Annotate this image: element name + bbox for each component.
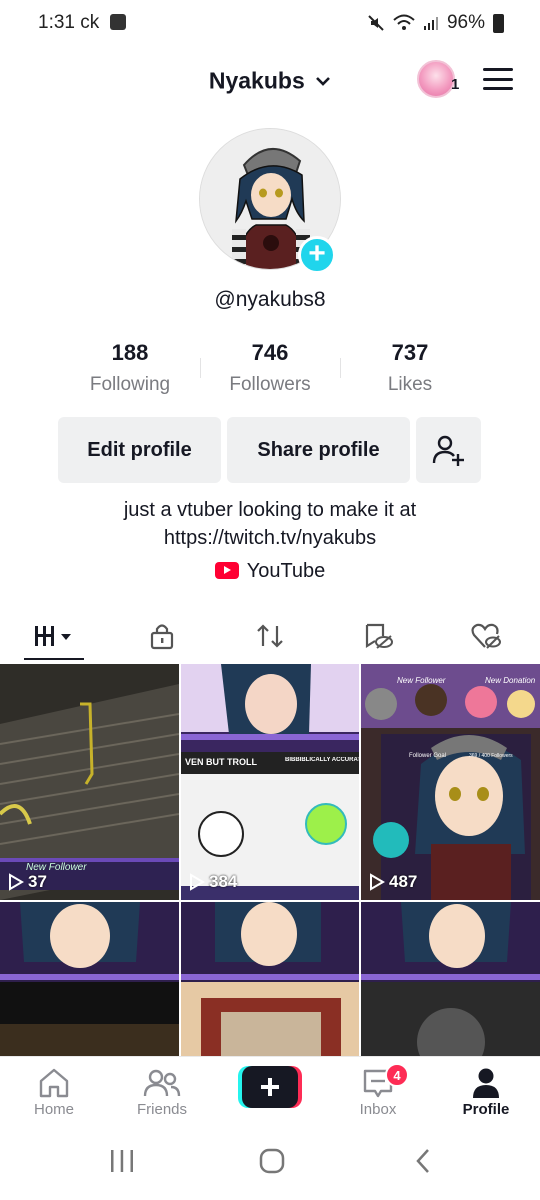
signal-icon <box>423 17 438 30</box>
nav-inbox[interactable]: Inbox 4 <box>333 1063 423 1118</box>
chevron-down-icon <box>316 77 331 86</box>
nav-label: Inbox <box>359 1101 397 1118</box>
profile-handle: @nyakubs8 <box>214 288 326 311</box>
goal-count: 369 / 400 Followers <box>469 753 513 759</box>
profile-stats: 188 Following 746 Followers 737 Likes <box>60 340 480 402</box>
view-count-text: 487 <box>389 872 418 891</box>
friends-icon <box>143 1069 181 1097</box>
tab-saved[interactable] <box>324 610 432 662</box>
notification-check-icon <box>110 14 126 30</box>
tab-reposts[interactable] <box>216 610 324 662</box>
edit-profile-button[interactable]: Edit profile <box>58 417 221 483</box>
video-thumbnail[interactable] <box>0 902 179 1056</box>
battery-text: 96% <box>446 12 485 33</box>
view-count: 487 <box>369 872 417 892</box>
bio-link[interactable]: https://twitch.tv/nyakubs <box>0 524 540 552</box>
tab-private[interactable] <box>108 610 216 662</box>
video-thumbnail[interactable] <box>361 902 540 1056</box>
stat-value: 188 <box>111 340 149 365</box>
banner-text: VEN BUT TROLL <box>185 757 257 767</box>
nav-label: Friends <box>136 1101 188 1118</box>
thumbnail-image <box>0 902 179 1056</box>
mute-icon <box>368 15 384 31</box>
overlay-text: New Donation <box>485 676 536 685</box>
video-grid: New Follower 37 VEN BUT TROLL BIBBIBLICA… <box>0 664 540 1056</box>
add-person-icon <box>432 435 464 466</box>
view-count-text: 37 <box>28 872 47 891</box>
create-button[interactable] <box>238 1066 302 1108</box>
system-nav <box>0 1128 540 1200</box>
nav-label: Profile <box>462 1101 510 1118</box>
bottom-nav: Home Friends Inbox 4 Profile <box>0 1056 540 1128</box>
stat-label: Likes <box>387 374 433 395</box>
stat-label: Followers <box>229 374 311 395</box>
stat-following[interactable]: 188 Following <box>60 340 200 402</box>
repost-icon <box>257 624 283 648</box>
home-button-icon[interactable] <box>259 1148 285 1174</box>
thumbnail-image <box>181 664 359 900</box>
nav-label: Home <box>33 1101 74 1118</box>
stat-value: 746 <box>251 340 289 365</box>
play-icon <box>370 873 385 891</box>
share-profile-button[interactable]: Share profile <box>227 417 410 483</box>
tab-videos[interactable] <box>0 610 108 662</box>
stat-followers[interactable]: 746 Followers <box>200 340 340 402</box>
play-icon <box>190 873 205 891</box>
video-thumbnail[interactable]: New Follower 37 <box>0 664 179 900</box>
content-tabs <box>0 610 540 662</box>
inbox-badge: 4 <box>385 1063 409 1087</box>
add-story-button[interactable]: + <box>298 236 336 274</box>
overlay-text: New Follower <box>397 676 446 685</box>
youtube-link[interactable]: YouTube <box>0 560 540 583</box>
view-count: 37 <box>8 872 47 892</box>
stat-likes[interactable]: 737 Likes <box>340 340 480 402</box>
view-count-text: 384 <box>209 872 238 891</box>
thumbnail-image <box>181 902 359 1056</box>
youtube-label: YouTube <box>246 560 326 582</box>
video-thumbnail[interactable] <box>181 902 359 1056</box>
add-friend-button[interactable] <box>416 417 481 483</box>
tab-liked[interactable] <box>432 610 540 662</box>
back-icon[interactable] <box>414 1148 432 1174</box>
goal-label: Follower Goal <box>409 753 447 759</box>
youtube-icon <box>214 562 239 579</box>
stat-label: Following <box>89 374 171 395</box>
nav-friends[interactable]: Friends <box>117 1065 207 1118</box>
lock-icon <box>150 624 174 650</box>
recent-apps-icon[interactable] <box>110 1148 134 1174</box>
bookmark-hidden-icon <box>365 623 393 649</box>
home-icon <box>39 1068 69 1098</box>
video-thumbnail[interactable]: VEN BUT TROLL BIBBIBLICALLY ACCURATE WAS… <box>181 664 359 900</box>
profile-bio: just a vtuber looking to make it at http… <box>0 496 540 552</box>
profile-icon <box>473 1068 499 1098</box>
status-icons: 96% <box>367 12 504 34</box>
heart-hidden-icon <box>471 623 501 649</box>
view-count: 384 <box>189 872 237 892</box>
play-icon <box>9 873 24 891</box>
story-avatar[interactable] <box>417 60 455 98</box>
username-title: Nyakubs <box>208 67 305 94</box>
bio-line: just a vtuber looking to make it at <box>123 499 417 521</box>
grid-icon <box>35 626 71 646</box>
battery-icon <box>493 13 504 33</box>
menu-icon[interactable] <box>483 68 513 90</box>
nav-profile[interactable]: Profile <box>441 1065 531 1118</box>
avatar-count-badge: 1 <box>451 76 460 93</box>
status-time: 1:31 ck <box>38 12 100 33</box>
thumbnail-image <box>361 664 540 900</box>
status-bar: 1:31 ck 96% <box>0 0 540 48</box>
thumbnail-image <box>361 902 540 1056</box>
profile-header: Nyakubs 1 <box>0 52 540 108</box>
wifi-icon <box>393 14 415 30</box>
video-thumbnail[interactable]: New Follower New Donation Follower Goal … <box>361 664 540 900</box>
plus-icon <box>238 1066 302 1108</box>
nav-home[interactable]: Home <box>9 1065 99 1118</box>
stat-value: 737 <box>391 340 429 365</box>
banner-text: BIBBIBLICALLY ACCURATE WAS <box>285 757 359 763</box>
